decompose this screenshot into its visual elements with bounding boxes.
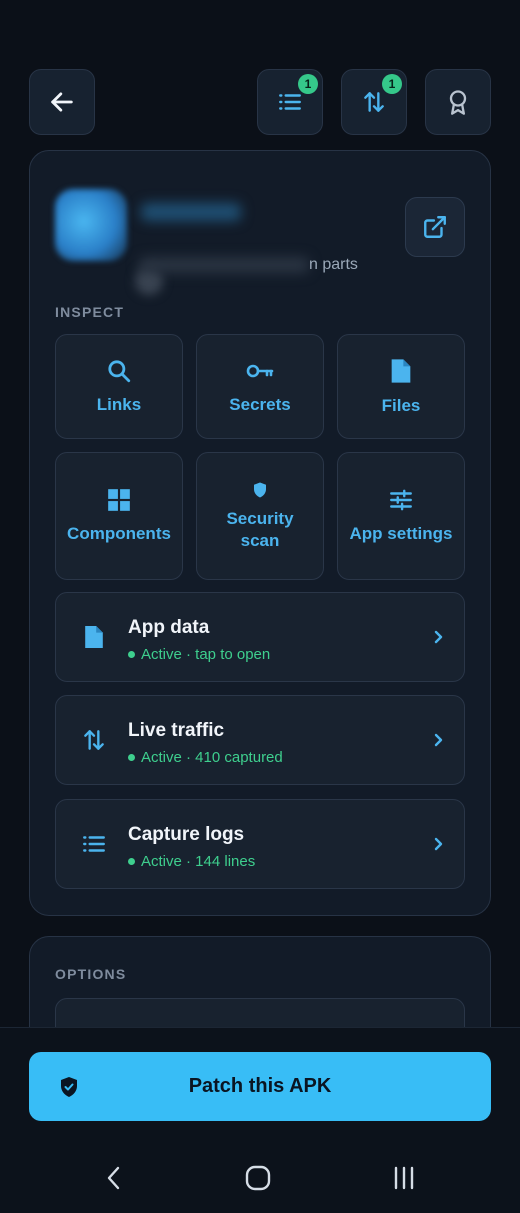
nav-recents-button[interactable] bbox=[384, 1162, 424, 1194]
inspect-section-label: INSPECT bbox=[55, 304, 125, 320]
row-status: Active · tap to open bbox=[128, 646, 270, 663]
list-icon bbox=[83, 836, 105, 852]
tile-secrets[interactable]: Secrets bbox=[196, 334, 324, 439]
shield-check-icon bbox=[61, 1077, 77, 1097]
tile-label: Secrets bbox=[229, 394, 291, 414]
nav-back-button[interactable] bbox=[94, 1162, 134, 1194]
row-status-text: Active · 410 captured bbox=[141, 749, 283, 766]
top-bar: 1 1 bbox=[0, 0, 520, 150]
award-button[interactable] bbox=[425, 69, 491, 135]
row-status: Active · 144 lines bbox=[128, 853, 255, 870]
shield-icon bbox=[254, 482, 266, 498]
traffic-count-badge: 1 bbox=[382, 74, 402, 94]
app-icon bbox=[55, 189, 127, 261]
back-button[interactable] bbox=[29, 69, 95, 135]
file-icon bbox=[85, 626, 103, 648]
row-app-data[interactable]: App data Active · tap to open bbox=[55, 592, 465, 682]
tile-label: Components bbox=[67, 524, 171, 543]
row-status-text: Active · 144 lines bbox=[141, 853, 256, 870]
grid-icon bbox=[108, 489, 130, 511]
blurred-app-name bbox=[141, 203, 241, 221]
tile-label: Files bbox=[381, 395, 421, 415]
chevron-right-icon bbox=[434, 837, 443, 851]
row-capture-logs[interactable]: Capture logs Active · 144 lines bbox=[55, 799, 465, 889]
row-title: Capture logs bbox=[128, 824, 245, 845]
swap-vertical-icon bbox=[364, 92, 384, 112]
award-ribbon-icon bbox=[449, 90, 467, 115]
tile-components[interactable]: Components bbox=[55, 452, 183, 580]
row-status: Active · 410 captured bbox=[128, 749, 283, 766]
tile-files[interactable]: Files bbox=[337, 334, 465, 439]
status-dot bbox=[128, 857, 135, 865]
chevron-right-icon bbox=[434, 733, 443, 747]
status-dot bbox=[128, 650, 135, 658]
blurred-app-meta bbox=[139, 257, 309, 273]
file-icon bbox=[391, 358, 411, 383]
row-title: App data bbox=[128, 617, 210, 638]
tile-links[interactable]: Links bbox=[55, 334, 183, 439]
logs-count-badge: 1 bbox=[298, 74, 318, 94]
chevron-right-icon bbox=[434, 630, 443, 644]
nav-home-button[interactable] bbox=[238, 1162, 278, 1194]
row-live-traffic[interactable]: Live traffic Active · 410 captured bbox=[55, 695, 465, 785]
open-app-button[interactable] bbox=[405, 197, 465, 257]
tile-label: Links bbox=[96, 394, 142, 414]
key-icon bbox=[246, 364, 274, 377]
arrow-left-icon bbox=[51, 92, 73, 112]
app-inspect-card: n parts INSPECT Links Secrets Files Comp… bbox=[29, 150, 491, 916]
app-subtitle: n parts bbox=[309, 256, 358, 273]
system-nav-bar bbox=[0, 1140, 520, 1213]
row-title: Live traffic bbox=[128, 720, 225, 741]
tile-label: Security scan bbox=[226, 509, 294, 550]
tile-label: App settings bbox=[349, 524, 453, 543]
list-icon bbox=[279, 94, 301, 110]
nav-back-icon bbox=[107, 1166, 120, 1190]
tile-app-settings[interactable]: App settings bbox=[337, 452, 465, 580]
row-status-text: Active · tap to open bbox=[141, 646, 271, 663]
external-link-icon bbox=[424, 216, 446, 238]
nav-home-icon bbox=[245, 1165, 271, 1191]
patch-apk-button[interactable]: Patch this APK bbox=[29, 1052, 491, 1121]
search-icon bbox=[108, 359, 131, 382]
logs-button[interactable]: 1 bbox=[257, 69, 323, 135]
swap-vertical-icon bbox=[84, 730, 104, 750]
sliders-icon bbox=[390, 489, 412, 511]
patch-button-label: Patch this APK bbox=[188, 1075, 332, 1097]
options-section-label: OPTIONS bbox=[55, 966, 127, 982]
nav-recents-icon bbox=[394, 1166, 414, 1190]
traffic-button[interactable]: 1 bbox=[341, 69, 407, 135]
app-header: n parts bbox=[55, 171, 435, 295]
status-dot bbox=[128, 753, 135, 761]
tile-security-scan[interactable]: Security scan bbox=[196, 452, 324, 580]
